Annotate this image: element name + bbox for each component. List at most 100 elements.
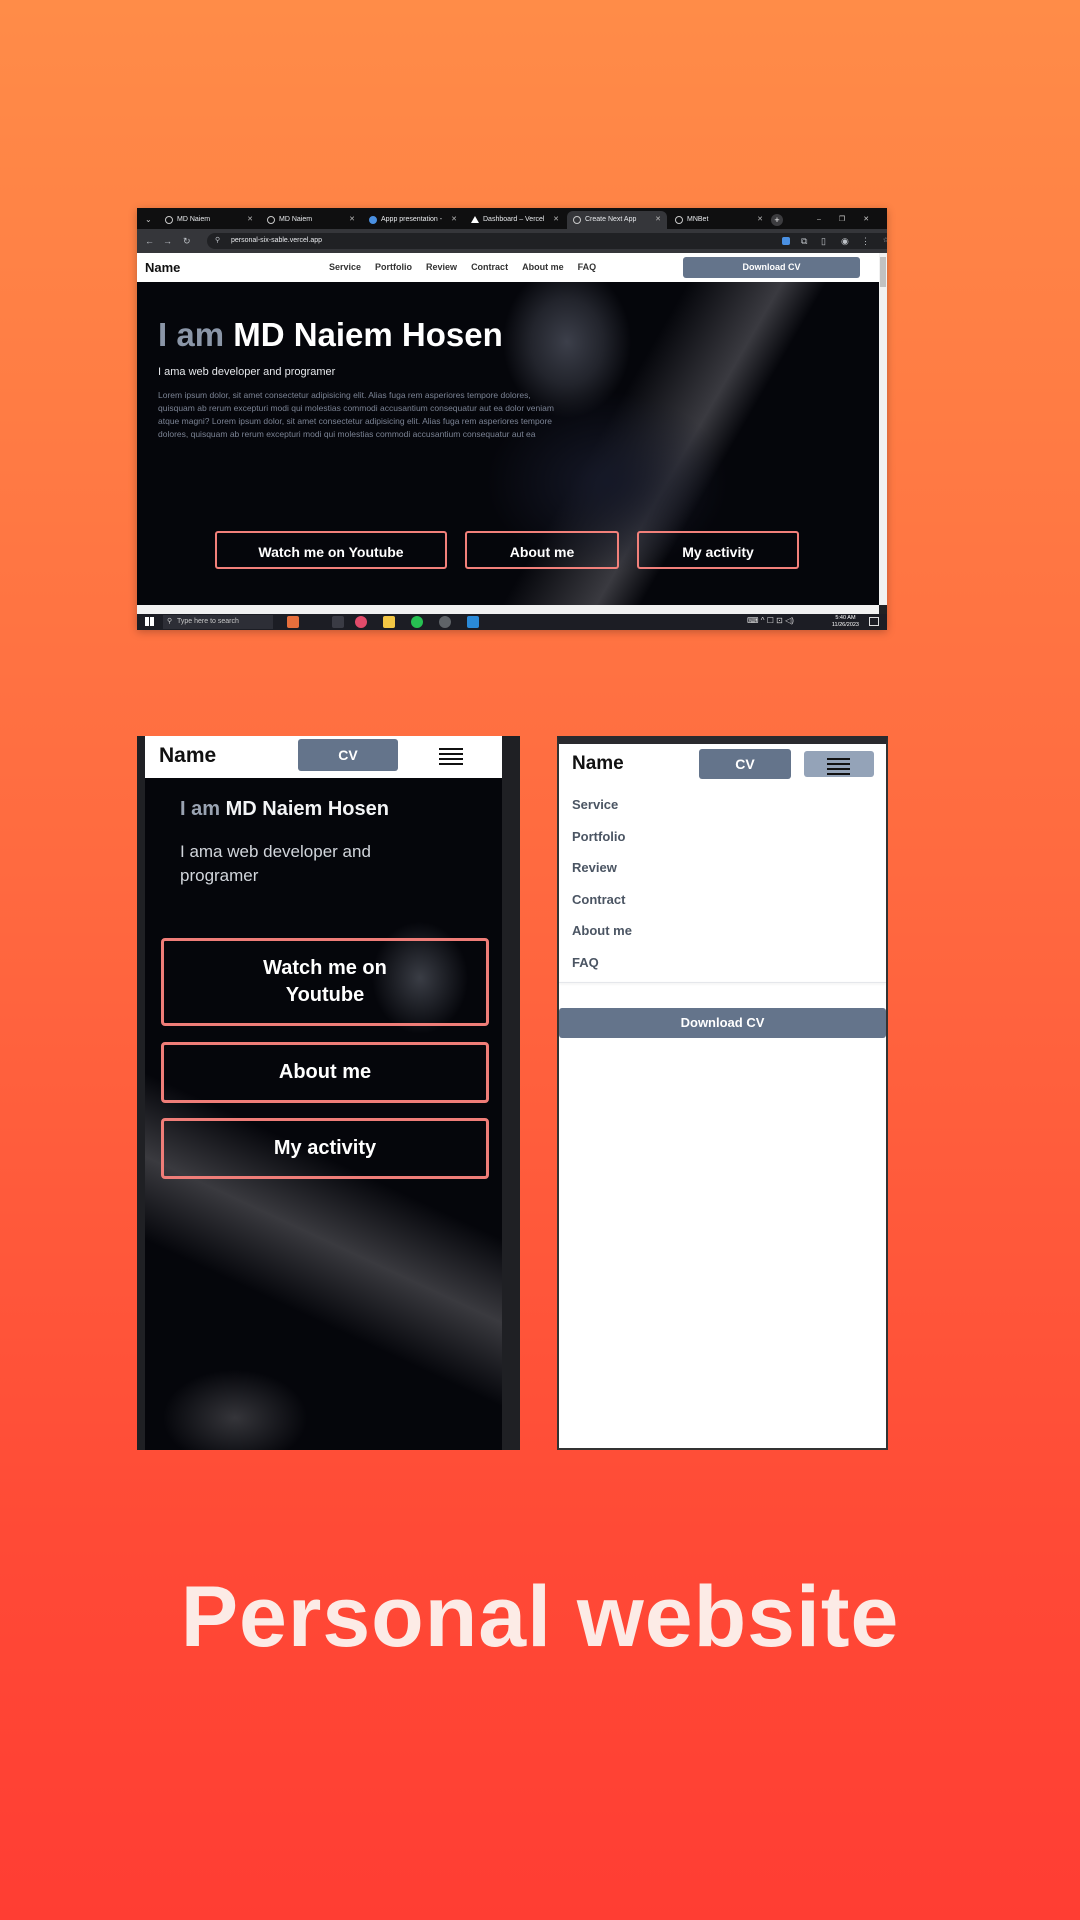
tab-4[interactable]: Dashboard – Vercel ✕ bbox=[465, 211, 565, 229]
globe-icon bbox=[165, 216, 173, 224]
close-icon[interactable]: ✕ bbox=[349, 211, 355, 229]
hero-heading-prefix: I am bbox=[158, 316, 225, 353]
nav-link-portfolio[interactable]: Portfolio bbox=[368, 253, 419, 282]
vscode-icon[interactable] bbox=[467, 616, 479, 628]
download-cv-button[interactable]: Download CV bbox=[559, 1008, 886, 1038]
puzzle-icon[interactable]: ⧉ bbox=[801, 233, 807, 249]
sidepanel-icon[interactable]: ▯ bbox=[821, 233, 826, 249]
close-window-icon[interactable]: ✕ bbox=[863, 216, 869, 223]
tab-5[interactable]: Create Next App ✕ bbox=[567, 211, 667, 229]
cv-button[interactable]: CV bbox=[699, 749, 791, 779]
my-activity-button[interactable]: My activity bbox=[637, 531, 799, 569]
nav-link-service[interactable]: Service bbox=[572, 796, 632, 828]
close-icon[interactable]: ✕ bbox=[451, 211, 457, 229]
globe-icon bbox=[675, 216, 683, 224]
site-brand[interactable]: Name bbox=[572, 753, 624, 775]
hero-heading: I am MD Naiem Hosen bbox=[158, 316, 503, 354]
download-cv-button[interactable]: Download CV bbox=[683, 257, 860, 278]
minimize-icon[interactable]: – bbox=[817, 216, 821, 223]
app-icon[interactable] bbox=[355, 616, 367, 628]
reload-icon[interactable]: ↻ bbox=[183, 233, 191, 249]
site-info-icon[interactable]: ⚲ bbox=[215, 233, 220, 249]
tab-1[interactable]: MD Naiem ✕ bbox=[159, 211, 259, 229]
nav-link-portfolio[interactable]: Portfolio bbox=[572, 828, 632, 860]
close-icon[interactable]: ✕ bbox=[247, 211, 253, 229]
profile-icon[interactable]: ◉ bbox=[841, 233, 849, 249]
hero-heading-prefix: I am bbox=[180, 798, 221, 820]
site-brand[interactable]: Name bbox=[145, 260, 180, 275]
my-activity-button[interactable]: My activity bbox=[161, 1118, 489, 1179]
app-icon bbox=[369, 216, 377, 224]
tab-2[interactable]: MD Naiem ✕ bbox=[261, 211, 361, 229]
chrome-icon[interactable] bbox=[439, 616, 451, 628]
extension-icon[interactable] bbox=[782, 237, 790, 245]
vertical-scrollbar[interactable] bbox=[879, 253, 887, 605]
hero-heading-name: MD Naiem Hosen bbox=[225, 798, 389, 820]
nav-link-faq[interactable]: FAQ bbox=[571, 253, 604, 282]
hamburger-menu-icon[interactable] bbox=[439, 745, 463, 765]
close-icon[interactable]: ✕ bbox=[553, 211, 559, 229]
hamburger-menu-icon bbox=[827, 755, 850, 775]
nav-link-review[interactable]: Review bbox=[419, 253, 464, 282]
task-view-icon[interactable] bbox=[332, 616, 344, 628]
window-controls: – ❐ ✕ bbox=[815, 211, 885, 229]
back-icon[interactable]: ← bbox=[145, 233, 154, 249]
restore-icon[interactable]: ❐ bbox=[839, 216, 845, 223]
hero-description: Lorem ipsum dolor, sit amet consectetur … bbox=[158, 390, 554, 439]
menu-dots-icon[interactable]: ⋮ bbox=[861, 233, 870, 249]
tab-bar: ⌄ MD Naiem ✕ MD Naiem ✕ Appp presentation … bbox=[137, 208, 887, 229]
globe-icon bbox=[267, 216, 275, 224]
website-viewport: Name Service Portfolio Review Contract A… bbox=[137, 253, 879, 605]
desktop-browser-screenshot: ⌄ MD Naiem ✕ MD Naiem ✕ Appp presentation … bbox=[137, 208, 887, 630]
taskbar-clock[interactable]: 5:40 AM 11/26/2023 bbox=[832, 615, 859, 629]
poster-caption: Personal website bbox=[180, 1569, 900, 1665]
youtube-button[interactable]: Watch me on Youtube bbox=[161, 938, 489, 1026]
nav-links: Service Portfolio Review Contract About … bbox=[322, 253, 603, 282]
nav-link-about[interactable]: About me bbox=[515, 253, 571, 282]
menu-divider bbox=[559, 982, 886, 983]
forward-icon[interactable]: → bbox=[163, 233, 172, 249]
nav-link-contract[interactable]: Contract bbox=[572, 891, 632, 923]
mobile-navbar: Name CV bbox=[145, 736, 502, 778]
nav-link-service[interactable]: Service bbox=[322, 253, 368, 282]
nav-link-about[interactable]: About me bbox=[572, 922, 632, 954]
cv-button[interactable]: CV bbox=[298, 739, 398, 771]
search-icon: ⚲ bbox=[167, 618, 173, 625]
hamburger-menu-button[interactable] bbox=[804, 751, 874, 777]
mobile-menu-screenshot: Name CV Service Portfolio Review Contrac… bbox=[557, 736, 888, 1450]
system-tray-icons[interactable]: ⌨ ^ ☐ ⊡ ◁) bbox=[747, 616, 794, 625]
vercel-icon bbox=[471, 216, 479, 223]
globe-icon bbox=[573, 216, 581, 224]
mobile-nav-links: Service Portfolio Review Contract About … bbox=[572, 796, 632, 985]
nav-link-contract[interactable]: Contract bbox=[464, 253, 515, 282]
site-brand[interactable]: Name bbox=[159, 744, 216, 768]
about-me-button[interactable]: About me bbox=[161, 1042, 489, 1103]
new-tab-button[interactable]: + bbox=[771, 211, 785, 229]
gift-icon[interactable] bbox=[287, 616, 299, 628]
about-me-button[interactable]: About me bbox=[465, 531, 619, 569]
hero-subtitle: I ama web developer and programer bbox=[180, 842, 371, 885]
youtube-button[interactable]: Watch me on Youtube bbox=[215, 531, 447, 569]
windows-start-icon[interactable] bbox=[145, 617, 154, 626]
hero-heading-name: MD Naiem Hosen bbox=[233, 316, 503, 353]
hero-heading: I am MD Naiem Hosen bbox=[180, 798, 389, 821]
scroll-thumb[interactable] bbox=[880, 257, 886, 287]
nav-link-review[interactable]: Review bbox=[572, 859, 632, 891]
taskbar-search[interactable]: ⚲ Type here to search bbox=[163, 615, 273, 629]
windows-taskbar: ⚲ Type here to search ⌨ ^ ☐ ⊡ ◁) 5:40 AM 1… bbox=[137, 614, 887, 630]
mobile-viewport: Name CV I am MD Naiem Hosen I ama web de… bbox=[145, 736, 502, 1450]
tab-search-icon[interactable]: ⌄ bbox=[143, 211, 153, 229]
tab-3[interactable]: Appp presentation - ✕ bbox=[363, 211, 463, 229]
close-icon[interactable]: ✕ bbox=[655, 211, 661, 229]
mobile-home-screenshot: Name CV I am MD Naiem Hosen I ama web de… bbox=[137, 736, 520, 1450]
whatsapp-icon[interactable] bbox=[411, 616, 423, 628]
file-explorer-icon[interactable] bbox=[383, 616, 395, 628]
close-icon[interactable]: ✕ bbox=[757, 211, 763, 229]
horizontal-scrollbar[interactable] bbox=[137, 605, 879, 614]
tab-6[interactable]: MNBet ✕ bbox=[669, 211, 769, 229]
star-icon[interactable]: ☆ bbox=[883, 233, 887, 249]
nav-link-faq[interactable]: FAQ bbox=[572, 954, 632, 986]
hero-subtitle: I ama web developer and programer bbox=[158, 366, 336, 378]
site-navbar: Name Service Portfolio Review Contract A… bbox=[137, 253, 879, 282]
notification-icon[interactable] bbox=[869, 617, 879, 626]
